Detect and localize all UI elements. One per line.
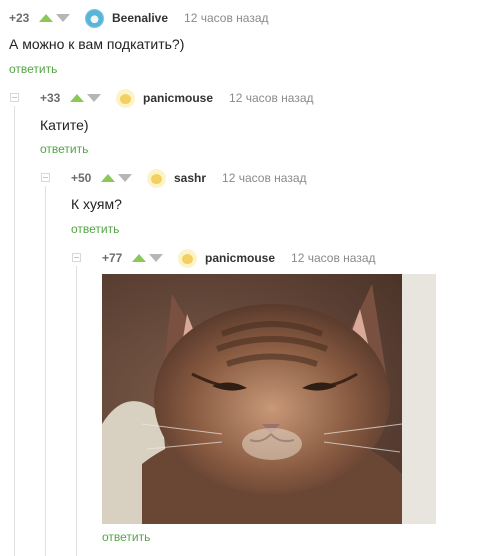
comment-text: Катите) <box>40 117 89 133</box>
comment-rating: +77 <box>102 251 123 265</box>
comment-rating: +50 <box>71 171 92 185</box>
thread-line-level-1 <box>14 106 15 556</box>
comment-time[interactable]: 12 часов назад <box>222 171 306 185</box>
comment-rating: +23 <box>9 11 30 25</box>
thread-line-level-3 <box>76 266 77 556</box>
comment-time[interactable]: 12 часов назад <box>229 91 313 105</box>
vote-down-icon[interactable] <box>87 94 101 102</box>
comment-header: +23 Beenalive 12 часов назад <box>9 8 269 28</box>
comment-header: +50 sashr 12 часов назад <box>71 168 307 188</box>
vote-down-icon[interactable] <box>56 14 70 22</box>
comment-header: +33 panicmouse 12 часов назад <box>40 88 314 108</box>
thread-line-level-2 <box>45 186 46 556</box>
comment-text: А можно к вам подкатить?) <box>9 36 185 52</box>
comment-text: К хуям? <box>71 196 122 212</box>
reply-link[interactable]: ответить <box>40 142 88 156</box>
comment-header: +77 panicmouse 12 часов назад <box>102 248 376 268</box>
vote-up-icon[interactable] <box>39 14 53 22</box>
avatar[interactable] <box>147 168 166 188</box>
reply-link[interactable]: ответить <box>102 530 150 544</box>
comment-time[interactable]: 12 часов назад <box>291 251 375 265</box>
vote-down-icon[interactable] <box>118 174 132 182</box>
reply-link[interactable]: ответить <box>9 62 57 76</box>
username[interactable]: panicmouse <box>205 251 275 265</box>
vote-down-icon[interactable] <box>149 254 163 262</box>
username[interactable]: panicmouse <box>143 91 213 105</box>
username[interactable]: Beenalive <box>112 11 168 25</box>
avatar[interactable] <box>116 88 135 108</box>
collapse-thread-button[interactable] <box>10 93 19 102</box>
collapse-thread-button[interactable] <box>72 253 81 262</box>
comment-time[interactable]: 12 часов назад <box>184 11 268 25</box>
reply-link[interactable]: ответить <box>71 222 119 236</box>
vote-up-icon[interactable] <box>132 254 146 262</box>
vote-up-icon[interactable] <box>101 174 115 182</box>
vote-up-icon[interactable] <box>70 94 84 102</box>
cat-photo[interactable] <box>102 274 436 524</box>
avatar[interactable] <box>85 8 104 28</box>
username[interactable]: sashr <box>174 171 206 185</box>
comment-rating: +33 <box>40 91 61 105</box>
collapse-thread-button[interactable] <box>41 173 50 182</box>
avatar[interactable] <box>178 248 197 268</box>
